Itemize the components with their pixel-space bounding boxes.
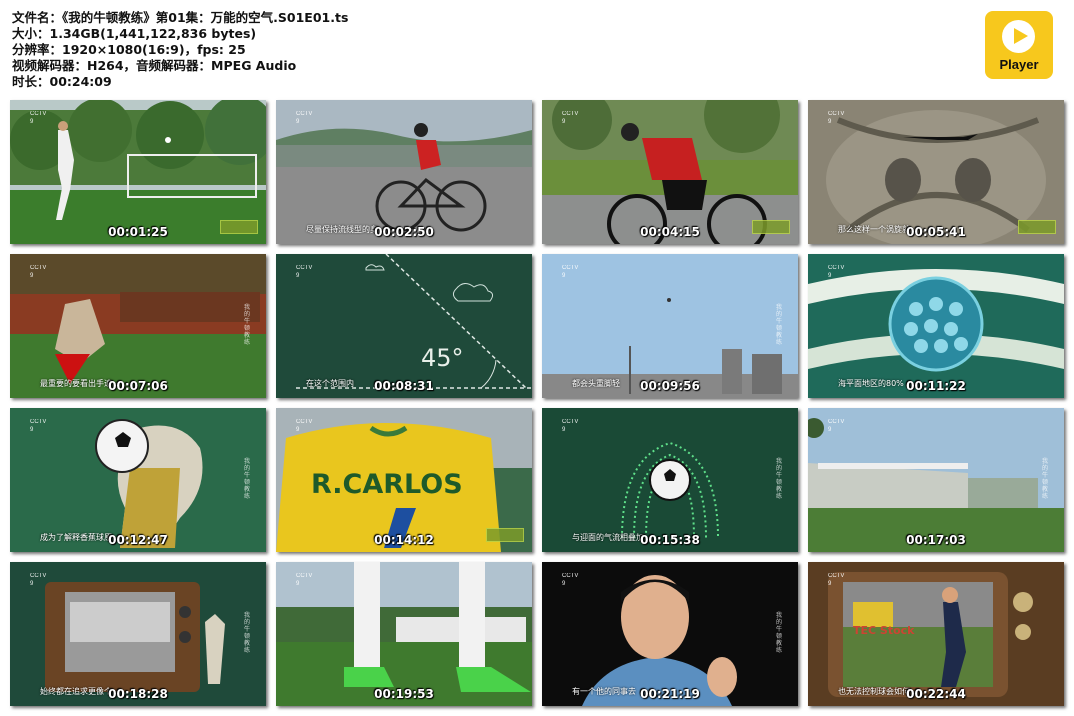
- vertical-title: 我的牛顿教练: [776, 458, 783, 500]
- vertical-title: 我的牛顿教练: [776, 612, 783, 654]
- jersey-text: R.CARLOS: [311, 469, 463, 500]
- thumbnail-5[interactable]: CCTV 9 我的牛顿教练 最重要的要看出手速 00:07:06: [10, 254, 266, 398]
- timestamp: 00:21:19: [640, 687, 700, 701]
- channel-mark: CCTV 9: [296, 265, 313, 279]
- thumbnail-13[interactable]: CCTV 9 我的牛顿教练 始终都在追求更像个 00:18:28: [10, 562, 266, 706]
- channel-mark: CCTV 9: [30, 573, 47, 587]
- timestamp: 00:02:50: [374, 225, 434, 239]
- timestamp: 00:15:38: [640, 533, 700, 547]
- thumbnail-16[interactable]: TEC Stock CCTV 9 也无法控制球会如何 00:22:44: [808, 562, 1064, 706]
- channel-mark: CCTV 9: [296, 573, 313, 587]
- timestamp: 00:09:56: [640, 379, 700, 393]
- scene-molecules: [808, 254, 1064, 398]
- scene-tv-goalkeeper: TEC Stock: [808, 562, 1064, 706]
- thumbnail-4[interactable]: CCTV 9 那么这样一个涡旋就 00:05:41: [808, 100, 1064, 244]
- timestamp: 00:22:44: [906, 687, 966, 701]
- program-tag: [752, 220, 790, 234]
- vertical-title: 我的牛顿教练: [244, 304, 251, 346]
- program-tag: [1018, 220, 1056, 234]
- vertical-title: 我的牛顿教练: [244, 612, 251, 654]
- timestamp: 00:08:31: [374, 379, 434, 393]
- thumbnail-3[interactable]: CCTV 9 00:04:15: [542, 100, 798, 244]
- channel-mark: CCTV 9: [30, 111, 47, 125]
- timestamp: 00:17:03: [906, 533, 966, 547]
- channel-mark: CCTV 9: [562, 111, 579, 125]
- scene-cartoon-stadium: [10, 254, 266, 398]
- vertical-title: 我的牛顿教练: [1042, 458, 1049, 500]
- channel-mark: CCTV 9: [828, 419, 845, 433]
- scene-stadium-stand: [808, 408, 1064, 552]
- thumbnail-grid: CCTV 9 00:01:25 CCTV 9 尽量保持流线型的身 00:02:5…: [0, 0, 1074, 716]
- channel-mark: CCTV 9: [562, 419, 579, 433]
- channel-mark: CCTV 9: [562, 265, 579, 279]
- banner-text: TEC Stock: [853, 624, 915, 637]
- timestamp: 00:11:22: [906, 379, 966, 393]
- scene-newton-ball: [10, 408, 266, 552]
- scene-ball-airflow: [542, 408, 798, 552]
- thumbnail-12[interactable]: CCTV 9 我的牛顿教练 00:17:03: [808, 408, 1064, 552]
- timestamp: 00:07:06: [108, 379, 168, 393]
- timestamp: 00:12:47: [108, 533, 168, 547]
- program-tag: [486, 528, 524, 542]
- vertical-title: 我的牛顿教练: [776, 304, 783, 346]
- channel-mark: CCTV 9: [562, 573, 579, 587]
- channel-mark: CCTV 9: [828, 111, 845, 125]
- scene-old-tv: [10, 562, 266, 706]
- thumbnail-2[interactable]: CCTV 9 尽量保持流线型的身 00:02:50: [276, 100, 532, 244]
- scene-chalkboard-angle: 45°: [276, 254, 532, 398]
- thumbnail-15[interactable]: CCTV 9 我的牛顿教练 有一个他的同事去 00:21:19: [542, 562, 798, 706]
- channel-mark: CCTV 9: [30, 419, 47, 433]
- channel-mark: CCTV 9: [296, 111, 313, 125]
- thumbnail-9[interactable]: CCTV 9 我的牛顿教练 成为了解释香蕉球原 00:12:47: [10, 408, 266, 552]
- scene-sky-ball: [542, 254, 798, 398]
- scene-interview: [542, 562, 798, 706]
- thumbnail-10[interactable]: R.CARLOS CCTV 9 00:14:12: [276, 408, 532, 552]
- timestamp: 00:19:53: [374, 687, 434, 701]
- thumbnail-1[interactable]: CCTV 9 00:01:25: [10, 100, 266, 244]
- channel-mark: CCTV 9: [30, 265, 47, 279]
- channel-mark: CCTV 9: [296, 419, 313, 433]
- channel-mark: CCTV 9: [828, 573, 845, 587]
- thumbnail-6[interactable]: 45° CCTV 9 在这个范围内 00:08:31: [276, 254, 532, 398]
- angle-label: 45°: [421, 344, 464, 372]
- channel-mark: CCTV 9: [828, 265, 845, 279]
- thumbnail-14[interactable]: CCTV 9 00:19:53: [276, 562, 532, 706]
- scene-cyclist-side: [276, 100, 532, 244]
- thumbnail-8[interactable]: CCTV 9 海平面地区的80% 00:11:22: [808, 254, 1064, 398]
- scene-legs-cleats: [276, 562, 532, 706]
- timestamp: 00:18:28: [108, 687, 168, 701]
- thumbnail-11[interactable]: CCTV 9 我的牛顿教练 与迎面的气流相叠加 00:15:38: [542, 408, 798, 552]
- vertical-title: 我的牛顿教练: [244, 458, 251, 500]
- thumbnail-7[interactable]: CCTV 9 我的牛顿教练 都会头重脚轻 00:09:56: [542, 254, 798, 398]
- program-tag: [220, 220, 258, 234]
